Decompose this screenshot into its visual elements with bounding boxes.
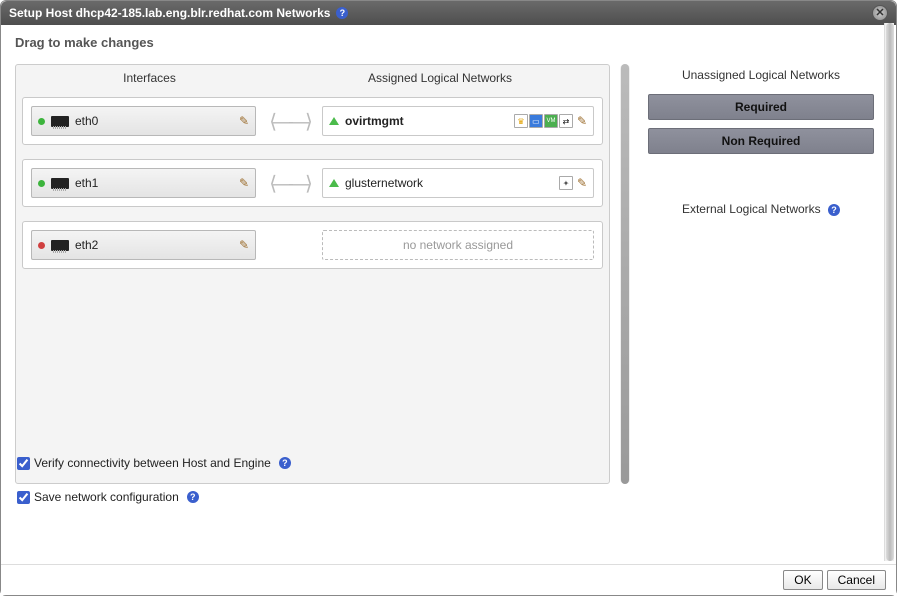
nic-box-eth1[interactable]: eth1 ✎ <box>31 168 256 198</box>
dialog-scrollbar[interactable] <box>884 23 894 561</box>
interface-row[interactable]: eth2 ✎ no network assigned <box>22 221 603 269</box>
interfaces-column-header: Interfaces <box>22 71 277 85</box>
non-required-button[interactable]: Non Required <box>648 128 874 154</box>
edit-nic-icon[interactable]: ✎ <box>239 176 249 190</box>
network-box-ovirtmgmt[interactable]: ovirtmgmt ♛ ▭ VM ⇄ ✎ <box>322 106 594 136</box>
network-box-empty[interactable]: no network assigned <box>322 230 594 260</box>
nic-name: eth2 <box>75 238 98 252</box>
dialog-body: Drag to make changes Interfaces Assigned… <box>1 25 896 564</box>
link-arrows-icon: ⟨——⟩ <box>264 171 314 196</box>
verify-connectivity-label: Verify connectivity between Host and Eng… <box>34 456 271 470</box>
save-config-label: Save network configuration <box>34 490 179 504</box>
network-box-glusternetwork[interactable]: glusternetwork ✦ ✎ <box>322 168 594 198</box>
nic-status-up-icon <box>38 180 45 187</box>
network-name: glusternetwork <box>345 176 423 190</box>
dialog-title: Setup Host dhcp42-185.lab.eng.blr.redhat… <box>9 6 330 20</box>
verify-connectivity-row[interactable]: Verify connectivity between Host and Eng… <box>17 456 291 470</box>
help-icon[interactable]: ? <box>336 7 348 19</box>
edit-nic-icon[interactable]: ✎ <box>239 114 249 128</box>
verify-connectivity-checkbox[interactable] <box>17 457 30 470</box>
nic-box-eth2[interactable]: eth2 ✎ <box>31 230 256 260</box>
panel-scrollbar[interactable] <box>620 64 630 484</box>
close-icon[interactable]: ✕ <box>872 5 888 21</box>
sync-badge-icon: ✦ <box>559 176 573 190</box>
nic-box-eth0[interactable]: eth0 ✎ <box>31 106 256 136</box>
nic-name: eth0 <box>75 114 98 128</box>
no-network-label: no network assigned <box>403 238 513 252</box>
interface-row[interactable]: eth1 ✎ ⟨——⟩ glusternetwork ✦ ✎ <box>22 159 603 207</box>
dialog-titlebar[interactable]: Setup Host dhcp42-185.lab.eng.blr.redhat… <box>1 1 896 25</box>
scrollbar-thumb[interactable] <box>621 64 629 484</box>
interface-row[interactable]: eth0 ✎ ⟨——⟩ ovirtmgmt ♛ ▭ VM ⇄ ✎ <box>22 97 603 145</box>
assigned-column-header: Assigned Logical Networks <box>277 71 603 85</box>
setup-host-networks-dialog: Setup Host dhcp42-185.lab.eng.blr.redhat… <box>0 0 897 596</box>
footer-options: Verify connectivity between Host and Eng… <box>17 456 291 524</box>
drag-hint: Drag to make changes <box>15 35 882 50</box>
migration-badge-icon: ⇄ <box>559 114 573 128</box>
nic-status-up-icon <box>38 118 45 125</box>
save-config-checkbox[interactable] <box>17 491 30 504</box>
nic-port-icon <box>51 240 69 251</box>
nic-name: eth1 <box>75 176 98 190</box>
ok-button[interactable]: OK <box>783 570 822 590</box>
required-button[interactable]: Required <box>648 94 874 120</box>
vm-badge-icon: VM <box>544 114 558 128</box>
help-icon[interactable]: ? <box>279 457 291 469</box>
unassigned-panel: Unassigned Logical Networks Required Non… <box>640 64 882 484</box>
unassigned-header: Unassigned Logical Networks <box>648 68 874 82</box>
nic-port-icon <box>51 116 69 127</box>
help-icon[interactable]: ? <box>187 491 199 503</box>
display-badge-icon: ▭ <box>529 114 543 128</box>
scrollbar-thumb[interactable] <box>886 23 894 561</box>
interfaces-panel: Interfaces Assigned Logical Networks eth… <box>15 64 610 484</box>
network-up-icon <box>329 179 339 187</box>
network-up-icon <box>329 117 339 125</box>
save-config-row[interactable]: Save network configuration ? <box>17 490 291 504</box>
nic-port-icon <box>51 178 69 189</box>
cancel-button[interactable]: Cancel <box>827 570 886 590</box>
external-networks-header: External Logical Networks ? <box>648 202 874 216</box>
link-arrows-icon: ⟨——⟩ <box>264 109 314 134</box>
help-icon[interactable]: ? <box>828 204 840 216</box>
edit-network-icon[interactable]: ✎ <box>577 114 587 128</box>
edit-nic-icon[interactable]: ✎ <box>239 238 249 252</box>
nic-status-down-icon <box>38 242 45 249</box>
external-networks-label: External Logical Networks <box>682 202 821 216</box>
edit-network-icon[interactable]: ✎ <box>577 176 587 190</box>
network-name: ovirtmgmt <box>345 114 404 128</box>
dialog-button-bar: OK Cancel <box>1 564 896 595</box>
management-badge-icon: ♛ <box>514 114 528 128</box>
